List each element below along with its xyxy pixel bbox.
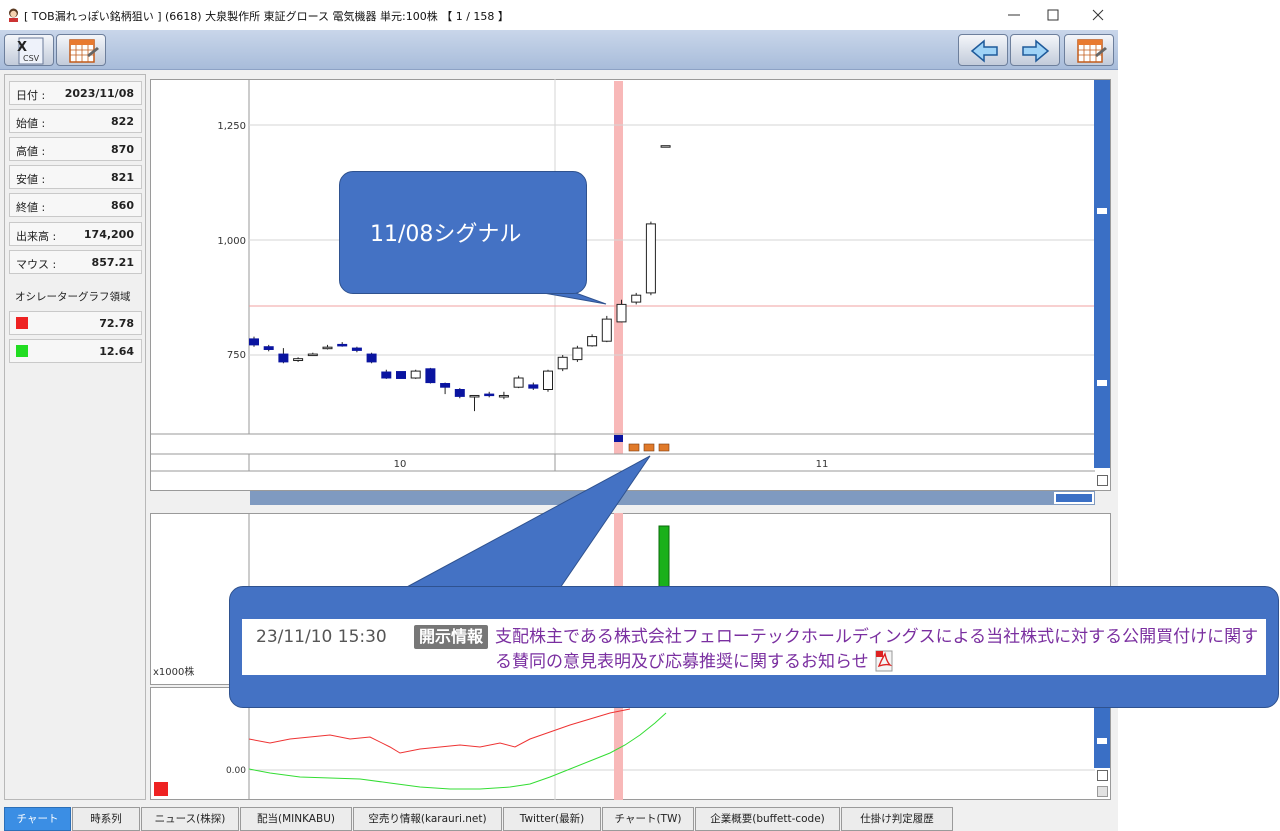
news-timestamp: 23/11/10 15:30 bbox=[256, 627, 387, 647]
signal-callout: 11/08シグナル bbox=[339, 171, 587, 294]
app-root: [ TOB漏れっぽい銘柄狙い ] (6618) 大泉製作所 東証グロース 電気機… bbox=[0, 0, 1280, 831]
news-callout: 23/11/10 15:30 開示情報 支配株主である株式会社フェローテックホー… bbox=[229, 586, 1279, 708]
disclosure-badge: 開示情報 bbox=[414, 625, 488, 649]
signal-callout-text: 11/08シグナル bbox=[370, 222, 522, 247]
news-item[interactable]: 23/11/10 15:30 開示情報 支配株主である株式会社フェローテックホー… bbox=[242, 619, 1266, 675]
pdf-icon[interactable] bbox=[874, 650, 894, 672]
news-headline-link[interactable]: 支配株主である株式会社フェローテックホールディングスによる当社株式に対する公開買… bbox=[495, 625, 1265, 675]
news-callout-pointer bbox=[404, 455, 651, 589]
